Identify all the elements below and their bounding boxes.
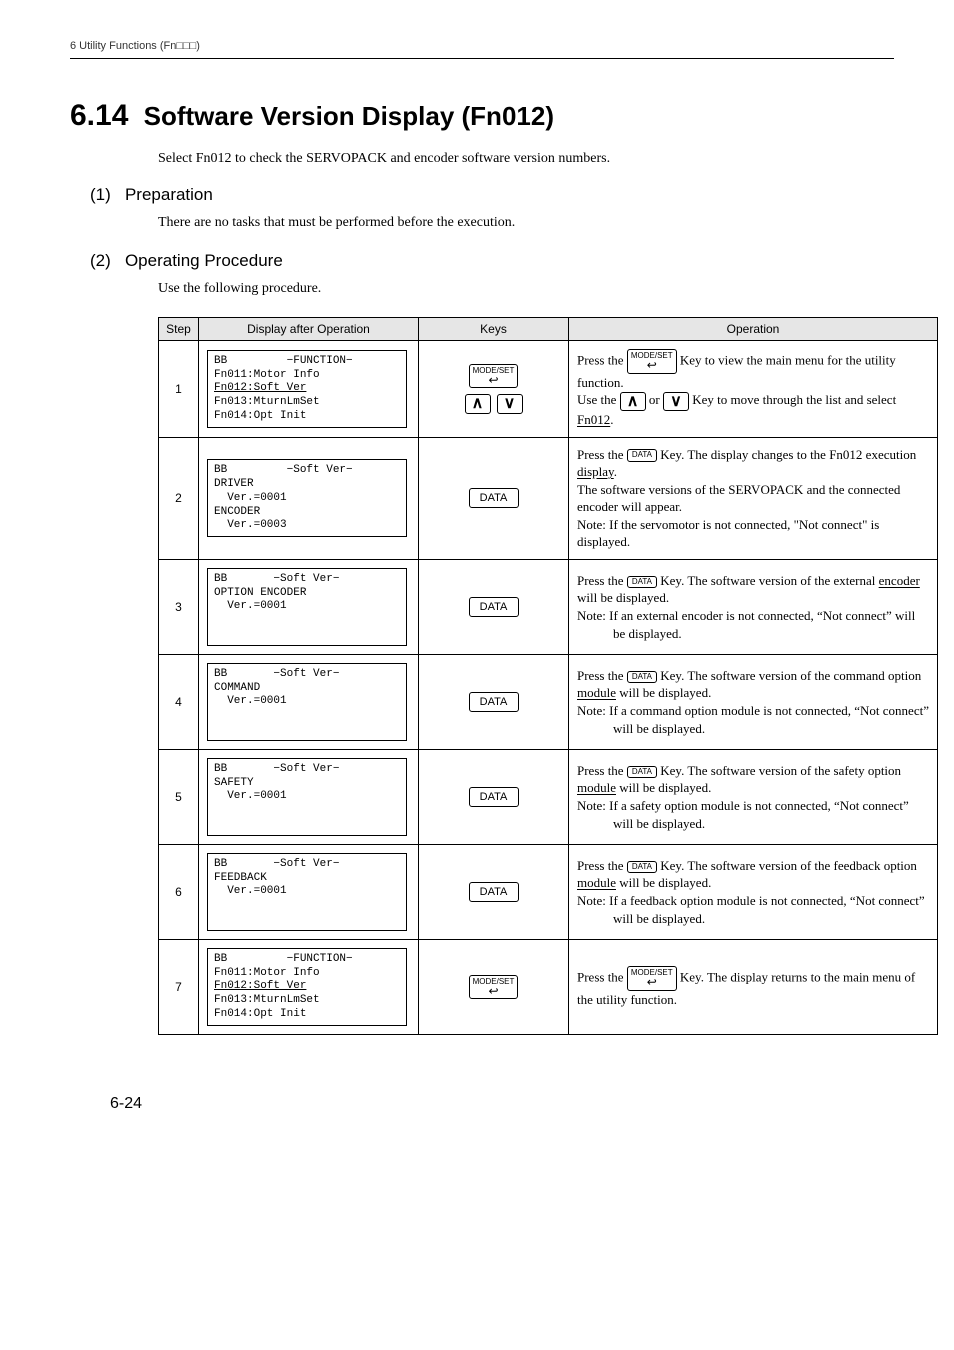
section-intro: Select Fn012 to check the SERVOPACK and … bbox=[158, 151, 894, 167]
th-keys: Keys bbox=[419, 318, 569, 341]
keys-cell: DATA bbox=[419, 654, 569, 749]
keys-cell: DATA bbox=[419, 559, 569, 654]
lcd-display: BB −Soft Ver− OPTION ENCODER Ver.=0001 bbox=[207, 568, 407, 646]
data-key-icon: DATA bbox=[627, 861, 657, 874]
subsection-2-body: Use the following procedure. bbox=[158, 281, 894, 297]
operation-text: Press the DATA Key. The software version… bbox=[577, 857, 929, 927]
section-number: 6.14 bbox=[70, 99, 128, 132]
operation-cell: Press the DATA Key. The software version… bbox=[569, 654, 938, 749]
subsection-1-text: Preparation bbox=[125, 185, 213, 204]
lcd-display: BB −Soft Ver− FEEDBACK Ver.=0001 bbox=[207, 853, 407, 931]
display-cell: BB −Soft Ver− OPTION ENCODER Ver.=0001 bbox=[199, 559, 419, 654]
section-title-text: Software Version Display (Fn012) bbox=[144, 101, 554, 131]
modeset-key-icon: MODE/SET↩ bbox=[627, 349, 677, 374]
keys-cell: MODE/SET↩ bbox=[419, 939, 569, 1034]
step-cell: 6 bbox=[159, 844, 199, 939]
data-key-icon: DATA bbox=[627, 766, 657, 779]
up-key-icon: ∧ bbox=[620, 392, 646, 412]
operation-cell: Press the DATA Key. The display changes … bbox=[569, 437, 938, 559]
display-cell: BB −Soft Ver− DRIVER Ver.=0001 ENCODER V… bbox=[199, 437, 419, 559]
operation-cell: Press the DATA Key. The software version… bbox=[569, 559, 938, 654]
procedure-table: Step Display after Operation Keys Operat… bbox=[158, 317, 938, 1035]
table-row: 3 BB −Soft Ver− OPTION ENCODER Ver.=0001… bbox=[159, 559, 938, 654]
display-cell: BB −Soft Ver− SAFETY Ver.=0001 bbox=[199, 749, 419, 844]
subsection-2-num: (2) bbox=[90, 251, 111, 270]
table-row: 7 BB −FUNCTION− Fn011:Motor Info Fn012:S… bbox=[159, 939, 938, 1034]
step-cell: 5 bbox=[159, 749, 199, 844]
section-title: 6.14 Software Version Display (Fn012) bbox=[70, 99, 894, 133]
down-key-icon: ∨ bbox=[497, 394, 523, 414]
th-display: Display after Operation bbox=[199, 318, 419, 341]
step-cell: 2 bbox=[159, 437, 199, 559]
operation-text: Press the DATA Key. The display changes … bbox=[577, 446, 929, 551]
table-row: 1 BB −FUNCTION− Fn011:Motor Info Fn012:S… bbox=[159, 341, 938, 438]
step-cell: 3 bbox=[159, 559, 199, 654]
subsection-1-num: (1) bbox=[90, 185, 111, 204]
table-row: 6 BB −Soft Ver− FEEDBACK Ver.=0001 DATA … bbox=[159, 844, 938, 939]
display-cell: BB −FUNCTION− Fn011:Motor Info Fn012:Sof… bbox=[199, 939, 419, 1034]
keys-cell: MODE/SET↩ ∧ ∨ bbox=[419, 341, 569, 438]
display-cell: BB −Soft Ver− FEEDBACK Ver.=0001 bbox=[199, 844, 419, 939]
step-cell: 1 bbox=[159, 341, 199, 438]
operation-cell: Press the DATA Key. The software version… bbox=[569, 749, 938, 844]
operation-text: Press the DATA Key. The software version… bbox=[577, 667, 929, 737]
modeset-key-icon: MODE/SET↩ bbox=[627, 966, 677, 991]
table-row: 4 BB −Soft Ver− COMMAND Ver.=0001 DATA P… bbox=[159, 654, 938, 749]
th-step: Step bbox=[159, 318, 199, 341]
subsection-1-title: (1) Preparation bbox=[90, 185, 894, 205]
subsection-1-body: There are no tasks that must be performe… bbox=[158, 215, 894, 231]
operation-text: Press the MODE/SET↩ Key. The display ret… bbox=[577, 966, 929, 1008]
operation-cell: Press the MODE/SET↩ Key. The display ret… bbox=[569, 939, 938, 1034]
page-header: 6 Utility Functions (Fn□□□) bbox=[70, 40, 894, 59]
operation-text: Press the DATA Key. The software version… bbox=[577, 572, 929, 642]
keys-cell: DATA bbox=[419, 844, 569, 939]
modeset-key-icon: MODE/SET↩ bbox=[469, 364, 519, 389]
data-key-icon: DATA bbox=[469, 882, 519, 902]
th-operation: Operation bbox=[569, 318, 938, 341]
table-header-row: Step Display after Operation Keys Operat… bbox=[159, 318, 938, 341]
up-key-icon: ∧ bbox=[465, 394, 491, 414]
lcd-display: BB −FUNCTION− Fn011:Motor Info Fn012:Sof… bbox=[207, 350, 407, 428]
down-key-icon: ∨ bbox=[663, 392, 689, 412]
data-key-icon: DATA bbox=[627, 671, 657, 684]
display-cell: BB −FUNCTION− Fn011:Motor Info Fn012:Sof… bbox=[199, 341, 419, 438]
operation-cell: Press the DATA Key. The software version… bbox=[569, 844, 938, 939]
modeset-key-icon: MODE/SET↩ bbox=[469, 975, 519, 1000]
step-cell: 7 bbox=[159, 939, 199, 1034]
data-key-icon: DATA bbox=[469, 597, 519, 617]
page-number: 6-24 bbox=[110, 1095, 894, 1113]
lcd-display: BB −FUNCTION− Fn011:Motor Info Fn012:Sof… bbox=[207, 948, 407, 1026]
subsection-2-title: (2) Operating Procedure bbox=[90, 251, 894, 271]
data-key-icon: DATA bbox=[627, 449, 657, 462]
display-cell: BB −Soft Ver− COMMAND Ver.=0001 bbox=[199, 654, 419, 749]
keys-cell: DATA bbox=[419, 437, 569, 559]
data-key-icon: DATA bbox=[469, 692, 519, 712]
keys-cell: DATA bbox=[419, 749, 569, 844]
data-key-icon: DATA bbox=[469, 787, 519, 807]
operation-cell: Press the MODE/SET↩ Key to view the main… bbox=[569, 341, 938, 438]
step-cell: 4 bbox=[159, 654, 199, 749]
operation-text: Press the DATA Key. The software version… bbox=[577, 762, 929, 832]
subsection-2-text: Operating Procedure bbox=[125, 251, 283, 270]
lcd-display: BB −Soft Ver− COMMAND Ver.=0001 bbox=[207, 663, 407, 741]
lcd-display: BB −Soft Ver− SAFETY Ver.=0001 bbox=[207, 758, 407, 836]
operation-text: Press the MODE/SET↩ Key to view the main… bbox=[577, 349, 929, 429]
table-row: 5 BB −Soft Ver− SAFETY Ver.=0001 DATA Pr… bbox=[159, 749, 938, 844]
data-key-icon: DATA bbox=[627, 576, 657, 589]
table-row: 2 BB −Soft Ver− DRIVER Ver.=0001 ENCODER… bbox=[159, 437, 938, 559]
data-key-icon: DATA bbox=[469, 488, 519, 508]
lcd-display: BB −Soft Ver− DRIVER Ver.=0001 ENCODER V… bbox=[207, 459, 407, 537]
